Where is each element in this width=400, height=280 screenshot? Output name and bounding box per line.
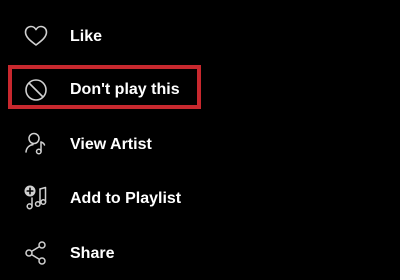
heart-icon (22, 22, 50, 50)
share-menu-item[interactable]: Share (0, 226, 400, 280)
context-menu: Like Don't play this View Artist Add to … (0, 0, 400, 271)
add-to-playlist-menu-item[interactable]: Add to Playlist (0, 172, 400, 226)
view-artist-label: View Artist (70, 136, 152, 153)
add-to-playlist-icon (22, 184, 50, 212)
highlight-box (8, 65, 201, 109)
like-label: Like (70, 28, 103, 45)
share-icon (22, 239, 50, 267)
share-label: Share (70, 245, 115, 262)
like-menu-item[interactable]: Like (0, 10, 400, 64)
view-artist-menu-item[interactable]: View Artist (0, 118, 400, 172)
artist-icon (22, 130, 50, 158)
add-to-playlist-label: Add to Playlist (70, 190, 182, 207)
